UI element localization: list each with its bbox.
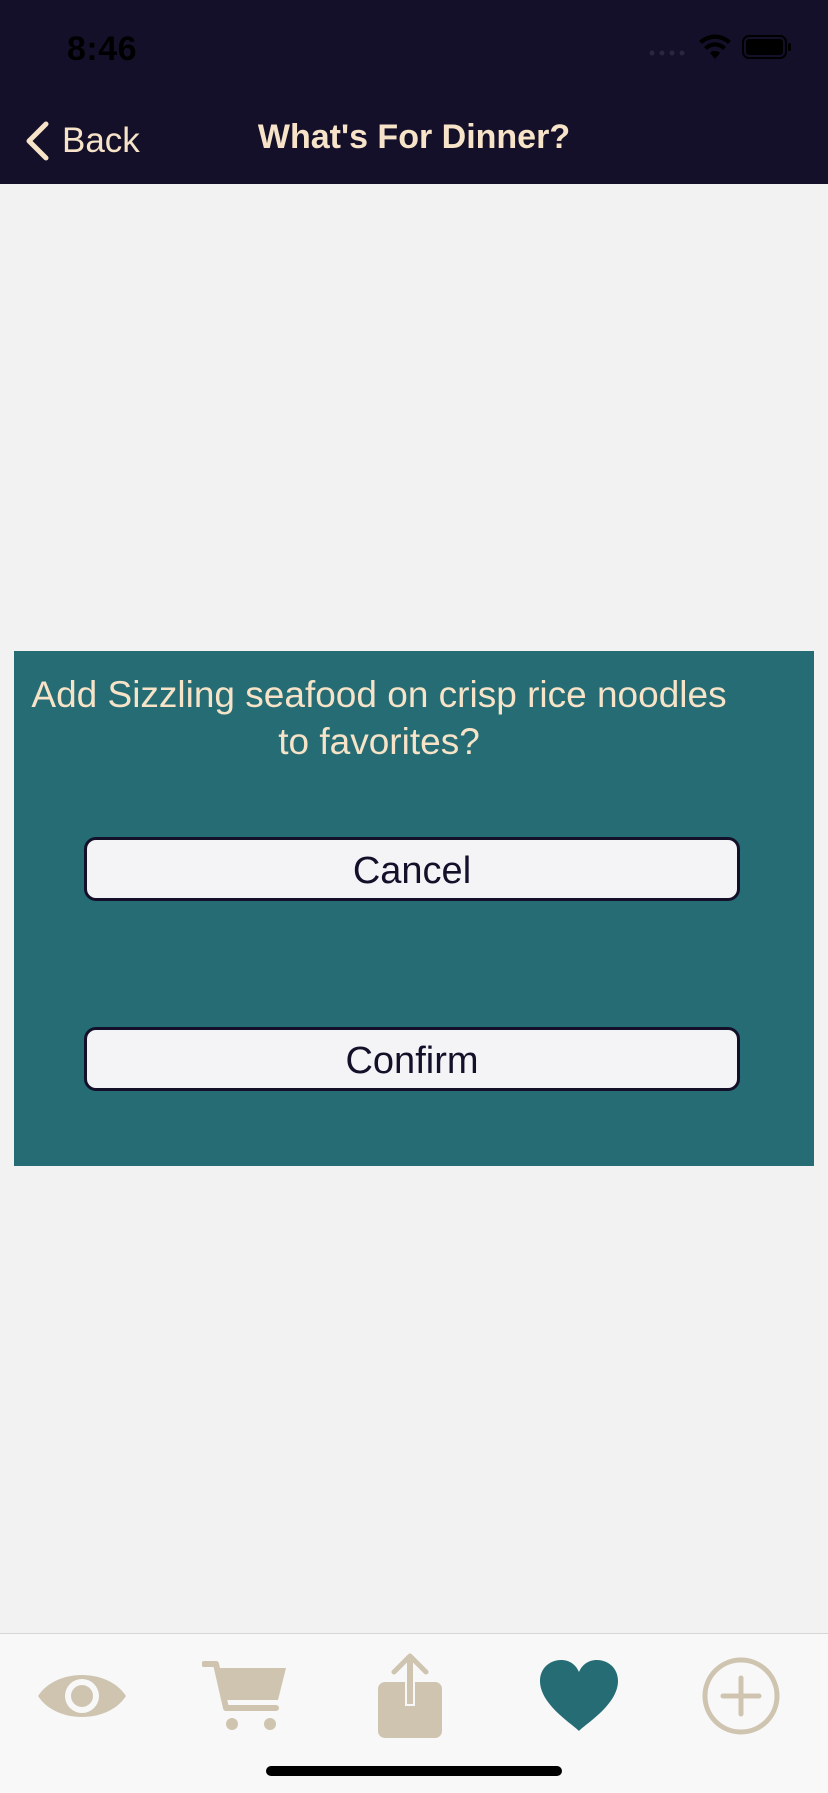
tab-share[interactable] [355,1646,465,1746]
status-time: 8:46 [67,30,138,68]
eye-icon [38,1675,126,1717]
home-indicator [266,1766,562,1776]
status-indicators [648,34,792,60]
tab-view[interactable] [27,1646,137,1746]
tab-add[interactable] [686,1646,796,1746]
confirm-button[interactable]: Confirm [84,1027,740,1091]
favorite-confirm-dialog: Add Sizzling seafood on crisp rice noodl… [14,651,814,1166]
battery-icon [742,35,791,59]
top-bar: 8:46 Back What's For Dinner? [0,0,828,184]
plus-circle-icon [702,1657,780,1735]
cart-icon [202,1661,286,1730]
share-icon [378,1653,442,1738]
tab-cart[interactable] [190,1646,300,1746]
signal-icon [649,50,685,56]
wifi-icon [699,34,731,59]
heart-icon [540,1660,618,1731]
page-title: What's For Dinner? [257,118,571,156]
dialog-message: Add Sizzling seafood on crisp rice noodl… [31,674,727,762]
tab-favorites[interactable] [524,1646,634,1746]
cancel-button[interactable]: Cancel [84,837,740,901]
